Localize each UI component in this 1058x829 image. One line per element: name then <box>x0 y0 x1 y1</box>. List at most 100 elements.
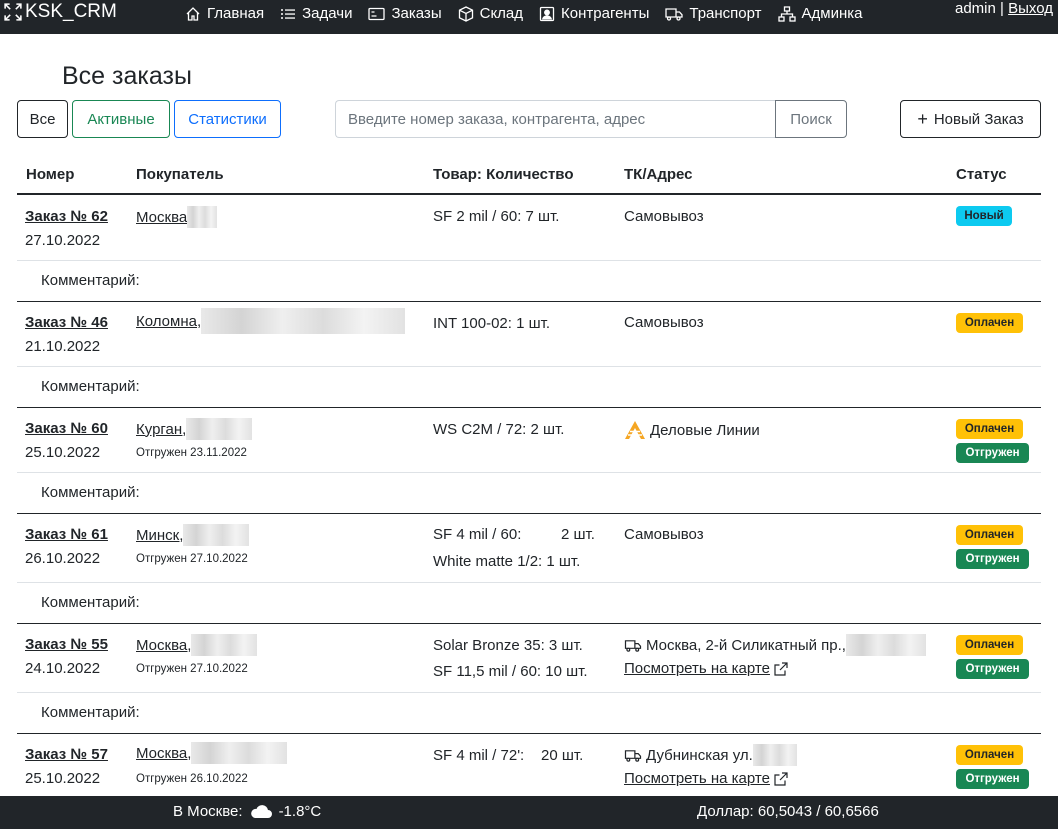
order-number-link[interactable]: Заказ № 62 <box>25 208 108 225</box>
header-number[interactable]: Номер <box>26 166 74 183</box>
goods-name: White matte 1/2: <box>433 553 543 570</box>
goods-item: SF 2 mil / 60: 7 шт. <box>433 208 559 225</box>
status-badge: Оплачен <box>956 745 1023 765</box>
goods-qty: 2 шт. <box>561 526 595 543</box>
buyer-link[interactable]: Москва, <box>136 634 258 656</box>
buyer-cell: Курган, <box>136 418 253 440</box>
view-map-link[interactable]: Посмотреть на карте <box>624 660 789 677</box>
comment-row: Комментарий: <box>17 367 1041 408</box>
goods-qty: 3 шт. <box>548 637 583 654</box>
redacted-text <box>752 744 797 766</box>
nav-admin[interactable]: Админка <box>777 5 862 22</box>
buyer-city: Москва, <box>136 744 192 762</box>
list-icon <box>281 8 296 19</box>
shipped-date: Отгружен 23.11.2022 <box>136 447 247 459</box>
buyer-city: Коломна, <box>136 312 202 330</box>
buyer-link[interactable]: Коломна, <box>136 308 406 334</box>
fullscreen-icon <box>4 3 22 21</box>
buyer-city: Москва <box>136 208 188 226</box>
buyer-link[interactable]: Курган, <box>136 418 253 440</box>
redacted-text <box>201 308 406 334</box>
tk-name: Деловые Линии <box>650 421 760 439</box>
order-date: 26.10.2022 <box>25 550 101 567</box>
buyer-city: Минск, <box>136 526 184 544</box>
buyer-link[interactable]: Минск, <box>136 524 250 546</box>
status-badge: Оплачен <box>956 525 1023 545</box>
order-number-link[interactable]: Заказ № 55 <box>25 636 108 653</box>
nav-home[interactable]: Главная <box>185 5 264 22</box>
view-map-label: Посмотреть на карте <box>624 770 770 787</box>
nav-warehouse-label: Склад <box>479 5 524 22</box>
goods-qty: 20 шт. <box>541 747 584 764</box>
order-date: 21.10.2022 <box>25 338 101 355</box>
status-badge: Оплачен <box>956 635 1023 655</box>
tk-address: Самовывоз <box>624 314 704 331</box>
nav-tasks[interactable]: Задачи <box>280 5 352 22</box>
goods-item: SF 11,5 mil / 60: 10 шт. <box>433 663 588 680</box>
order-date: 24.10.2022 <box>25 660 101 677</box>
filter-all-button[interactable]: Все <box>17 100 68 138</box>
buyer-link[interactable]: Москва, <box>136 742 288 764</box>
goods-name: WS C2M / 72: <box>433 421 527 438</box>
header-buyer[interactable]: Покупатель <box>136 166 224 183</box>
comment-row: Комментарий: <box>17 473 1041 514</box>
table-row: Заказ № 46 21.10.2022 Коломна, INT 100-0… <box>17 302 1041 367</box>
new-order-button[interactable]: + Новый Заказ <box>900 100 1041 138</box>
brand-label: KSK_CRM <box>25 1 117 22</box>
statistics-button[interactable]: Статистики <box>174 100 281 138</box>
filter-active-button[interactable]: Активные <box>72 100 170 138</box>
goods-item: SF 4 mil / 60: 2 шт. <box>433 526 595 543</box>
shipped-date: Отгружен 27.10.2022 <box>136 553 248 565</box>
redacted-text <box>187 206 218 228</box>
currency-rate: Доллар: 60,5043 / 60,6566 <box>697 803 879 820</box>
buyer-link[interactable]: Москва <box>136 206 218 228</box>
shipped-date: Отгружен 26.10.2022 <box>136 773 248 785</box>
page-title: Все заказы <box>62 62 192 90</box>
order-number-link[interactable]: Заказ № 60 <box>25 420 108 437</box>
diagram-icon <box>777 5 796 22</box>
order-number-link[interactable]: Заказ № 61 <box>25 526 108 543</box>
order-number-link[interactable]: Заказ № 46 <box>25 314 108 331</box>
header-goods[interactable]: Товар: Количество <box>433 166 574 183</box>
table-row: Заказ № 57 25.10.2022 Москва, Отгружен 2… <box>17 734 1041 796</box>
weather-label: В Москве: <box>173 803 243 820</box>
nav-contractors[interactable]: Контрагенты <box>539 5 649 22</box>
order-date: 25.10.2022 <box>25 444 101 461</box>
buyer-cell: Москва, <box>136 742 288 764</box>
header-status[interactable]: Статус <box>956 166 1007 183</box>
search-input[interactable] <box>335 100 776 138</box>
view-map-link[interactable]: Посмотреть на карте <box>624 770 789 787</box>
goods-name: SF 2 mil / 60: <box>433 208 522 225</box>
nav-transport[interactable]: Транспорт <box>665 5 762 22</box>
order-number-link[interactable]: Заказ № 57 <box>25 746 108 763</box>
comment-label: Комментарий: <box>41 378 140 395</box>
nav-orders[interactable]: Заказы <box>368 5 442 22</box>
goods-qty: 2 шт. <box>530 421 565 438</box>
status-badge: Оплачен <box>956 419 1023 439</box>
brand[interactable]: KSK_CRM <box>4 0 117 24</box>
external-link-icon <box>774 771 788 786</box>
header-tk[interactable]: ТК/Адрес <box>624 166 693 183</box>
nav-warehouse[interactable]: Склад <box>458 5 523 22</box>
search-button[interactable]: Поиск <box>775 100 847 138</box>
main-nav: Главная Задачи Заказы Склад Контрагенты … <box>185 5 878 22</box>
nav-tasks-label: Задачи <box>302 5 353 22</box>
comment-label: Комментарий: <box>41 704 140 721</box>
table-row: Заказ № 55 24.10.2022 Москва, Отгружен 2… <box>17 624 1041 693</box>
buyer-cell: Москва <box>136 206 218 228</box>
goods-name: SF 4 mil / 72': <box>433 747 525 764</box>
buyer-cell: Москва, <box>136 634 258 656</box>
tk-address: Самовывоз <box>624 526 704 543</box>
buyer-cell: Коломна, <box>136 308 406 334</box>
house-icon <box>186 6 200 21</box>
logout-link[interactable]: Выход <box>1008 0 1053 17</box>
buyer-cell: Минск, <box>136 524 250 546</box>
truck-icon <box>665 7 684 21</box>
external-link-icon <box>774 661 788 676</box>
goods-item: INT 100-02: 1 шт. <box>433 315 550 332</box>
table-header: Номер Покупатель Товар: Количество ТК/Ад… <box>17 155 1041 195</box>
comment-row: Комментарий: <box>17 693 1041 734</box>
buyer-city: Курган, <box>136 420 187 438</box>
truck-icon <box>624 639 642 652</box>
cloud-icon <box>250 804 272 818</box>
